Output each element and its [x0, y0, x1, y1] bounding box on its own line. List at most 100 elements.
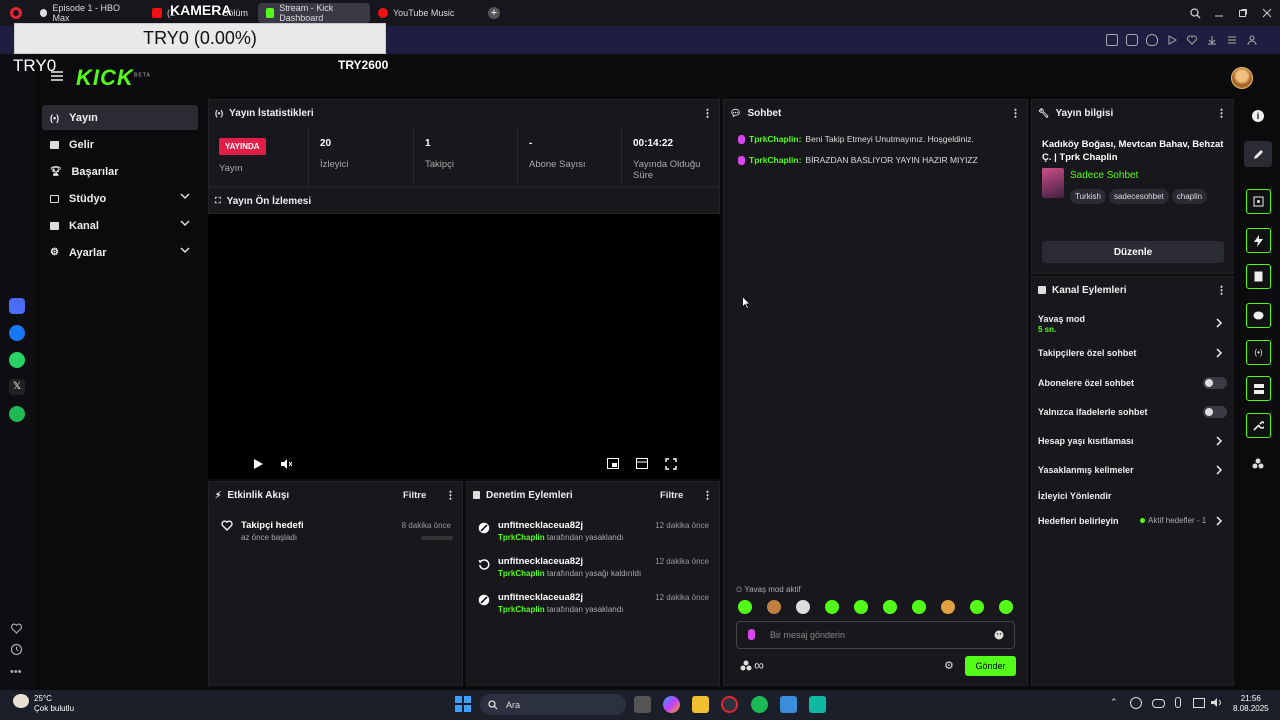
moderation-more-icon[interactable] — [706, 490, 709, 500]
channel-actions-more-icon[interactable] — [1220, 285, 1223, 295]
emote-icon[interactable] — [854, 600, 868, 614]
screenshot-button[interactable] — [1246, 189, 1271, 214]
hamburger-menu-icon[interactable] — [51, 71, 63, 81]
slow-mode-item[interactable]: Yavaş mod 5 sn. — [1038, 314, 1085, 334]
profile-icon[interactable] — [1246, 34, 1258, 46]
tag-sadecesohbet[interactable]: sadecesohbet — [1108, 189, 1169, 204]
minimize-icon[interactable] — [1210, 4, 1228, 22]
edit-pencil-button[interactable] — [1244, 141, 1272, 167]
task-view-icon[interactable] — [634, 696, 651, 713]
close-icon[interactable] — [1258, 4, 1276, 22]
cloud-icon[interactable] — [1152, 699, 1165, 708]
send-button[interactable]: Gönder — [965, 656, 1016, 676]
broadcast-rail-button[interactable]: (•) — [1246, 340, 1271, 365]
emote-icon[interactable] — [883, 600, 897, 614]
info-icon[interactable]: i — [1252, 110, 1264, 122]
chat-more-icon[interactable] — [1014, 108, 1017, 118]
x-twitter-icon[interactable]: 𝕏 — [9, 379, 25, 395]
sidebar-item-yayin[interactable]: (•) Yayın — [42, 105, 198, 130]
tag-chaplin[interactable]: chaplin — [1171, 189, 1208, 204]
taskbar-search[interactable]: Ara — [480, 694, 626, 715]
volume-icon[interactable] — [1211, 697, 1223, 708]
age-restriction-item[interactable]: Hesap yaşı kısıtlaması — [1038, 436, 1134, 446]
sidebar-item-gelir[interactable]: Gelir — [42, 132, 198, 157]
sidebar-item-ayarlar[interactable]: ⚙︎ Ayarlar — [42, 240, 198, 265]
chat-users-icon[interactable] — [740, 660, 752, 671]
sidebar-item-basarilar[interactable]: 🏆︎ Başarılar — [42, 159, 198, 184]
emote-icon[interactable] — [970, 600, 984, 614]
category-link[interactable]: Sadece Sohbet — [1070, 170, 1138, 181]
sidebar-item-studyo[interactable]: Stüdyo — [42, 186, 198, 211]
document-button[interactable] — [1246, 264, 1271, 289]
wrench-rail-button[interactable] — [1246, 413, 1271, 438]
emote-icon[interactable] — [912, 600, 926, 614]
tab-hbo[interactable]: Episode 1 - HBO Max — [32, 3, 142, 23]
stats-more-icon[interactable] — [706, 108, 709, 118]
file-explorer-icon[interactable] — [692, 696, 709, 713]
activity-more-icon[interactable] — [449, 490, 452, 500]
lightning-button[interactable] — [1246, 228, 1271, 253]
opera-logo-icon[interactable] — [10, 7, 22, 19]
activity-filter-button[interactable]: Filtre — [403, 490, 426, 501]
kick-logo[interactable]: KICKBETA — [76, 65, 151, 91]
tab-youtube-music[interactable]: YouTube Music — [370, 3, 478, 23]
spotify-taskbar-icon[interactable] — [751, 696, 768, 713]
heart-icon[interactable] — [1186, 34, 1198, 46]
stream-preview-video[interactable] — [208, 214, 720, 479]
restore-icon[interactable] — [1234, 4, 1252, 22]
play-button-icon[interactable] — [252, 458, 264, 470]
spotify-icon[interactable] — [9, 406, 25, 422]
whatsapp-icon[interactable] — [9, 352, 25, 368]
subs-only-toggle[interactable] — [1203, 377, 1227, 389]
goals-item[interactable]: Hedefleri belirleyin — [1038, 516, 1119, 526]
chat-settings-icon[interactable]: ⚙︎ — [944, 659, 954, 672]
community-icon[interactable] — [1252, 458, 1264, 469]
pip-icon[interactable] — [607, 458, 619, 469]
menu-icon[interactable] — [1226, 34, 1238, 46]
emotes-only-toggle[interactable] — [1203, 406, 1227, 418]
tab-search-icon[interactable] — [1186, 4, 1204, 22]
more-icon[interactable]: ••• — [10, 666, 22, 678]
edit-button[interactable]: Düzenle — [1042, 241, 1224, 263]
new-tab-icon[interactable]: + — [488, 7, 500, 19]
display-icon[interactable] — [1193, 698, 1205, 708]
layout-rail-button[interactable] — [1246, 376, 1271, 401]
tray-mic-icon[interactable] — [1175, 697, 1181, 708]
fullscreen-icon[interactable] — [665, 458, 677, 470]
taskbar-clock[interactable]: 21:56 8.08.2025 — [1233, 694, 1269, 714]
moderation-filter-button[interactable]: Filtre — [660, 490, 683, 501]
tag-turkish[interactable]: Turkish — [1070, 189, 1106, 204]
followers-only-item[interactable]: Takipçilere özel sohbet — [1038, 348, 1136, 358]
tab-kick-dashboard[interactable]: Stream - Kick Dashboard — [258, 3, 370, 23]
windows-start-icon[interactable] — [455, 696, 471, 712]
raid-item[interactable]: İzleyici Yönlendir — [1038, 491, 1111, 501]
emote-icon[interactable] — [825, 600, 839, 614]
tray-app-icon[interactable] — [1130, 697, 1142, 709]
emote-icon[interactable] — [999, 600, 1013, 614]
messenger-icon[interactable] — [9, 325, 25, 341]
banned-words-item[interactable]: Yasaklanmış kelimeler — [1038, 465, 1134, 475]
weather-icon[interactable] — [13, 694, 29, 708]
chat-input[interactable]: Bir mesaj gönderin — [736, 621, 1015, 649]
opera-taskbar-icon[interactable] — [721, 696, 738, 713]
emote-icon[interactable] — [941, 600, 955, 614]
camera-icon[interactable] — [1126, 34, 1138, 46]
avatar[interactable] — [1231, 67, 1253, 89]
sidebar-item-kanal[interactable]: Kanal — [42, 213, 198, 238]
weather-widget[interactable]: 25°C Çok bulutlu — [34, 694, 74, 714]
edit-icon[interactable] — [1106, 34, 1118, 46]
aria-icon[interactable] — [9, 298, 25, 314]
play-icon[interactable] — [1166, 34, 1178, 46]
emote-icon[interactable] — [796, 600, 810, 614]
emote-icon[interactable] — [767, 600, 781, 614]
emote-icon[interactable] — [738, 600, 752, 614]
whatsapp-taskbar-icon[interactable] — [809, 696, 826, 713]
shield-icon[interactable] — [1146, 34, 1158, 46]
app-taskbar-icon[interactable] — [780, 696, 797, 713]
chat-rail-button[interactable] — [1246, 303, 1271, 328]
emoji-icon[interactable] — [994, 630, 1004, 640]
favorites-heart-icon[interactable] — [10, 622, 23, 635]
download-icon[interactable] — [1206, 34, 1218, 46]
copilot-icon[interactable] — [663, 696, 680, 713]
history-icon[interactable] — [10, 643, 23, 656]
